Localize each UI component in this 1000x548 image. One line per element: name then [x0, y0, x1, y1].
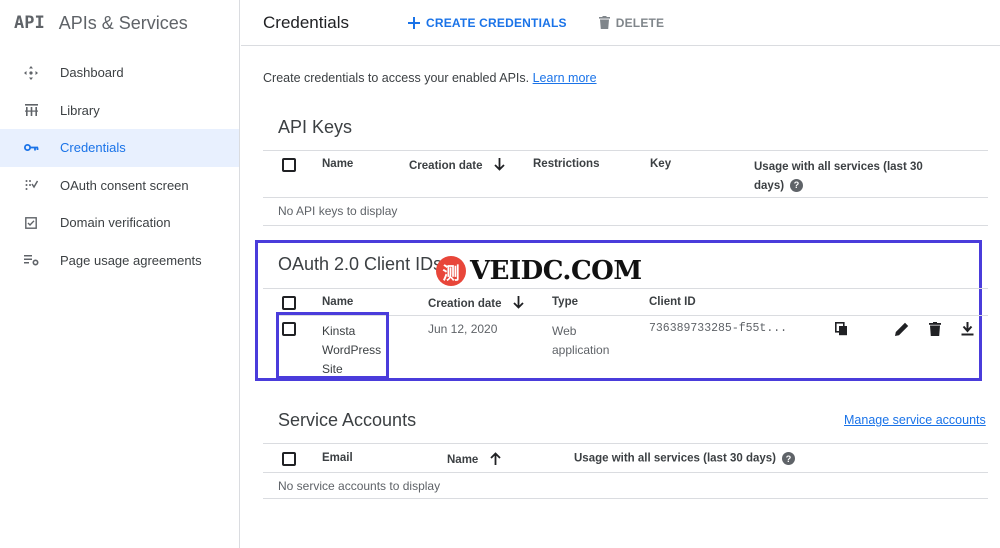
oauth-consent-icon	[22, 176, 40, 194]
copy-icon[interactable]	[835, 322, 848, 336]
usage-label: Usage with all services (last 30 days)	[574, 452, 776, 465]
column-header-restrictions[interactable]: Restrictions	[533, 158, 599, 170]
create-credentials-button[interactable]: CREATE CREDENTIALS	[408, 16, 567, 30]
library-icon	[22, 101, 40, 119]
sidebar-item-label: Domain verification	[60, 215, 171, 231]
name-highlight-box	[276, 312, 389, 379]
help-icon[interactable]: ?	[790, 179, 804, 193]
trash-icon[interactable]	[929, 322, 941, 336]
arrow-down-icon	[513, 296, 524, 312]
watermark-text: VEIDC.COM	[470, 256, 642, 286]
edit-icon[interactable]	[895, 322, 909, 336]
oauth-type: Web application	[552, 322, 609, 360]
column-header-name[interactable]: Name	[322, 296, 353, 308]
creation-date-label: Creation date	[428, 298, 502, 311]
page-header: Credentials CREATE CREDENTIALS DELETE	[241, 0, 1000, 46]
column-header-creation-date[interactable]: Creation date	[409, 158, 505, 174]
delete-button[interactable]: DELETE	[598, 15, 665, 30]
manage-service-accounts-link[interactable]: Manage service accounts	[844, 413, 986, 427]
dashboard-icon	[22, 64, 40, 82]
api-keys-empty-message: No API keys to display	[278, 204, 398, 218]
column-header-creation-date[interactable]: Creation date	[428, 296, 524, 312]
delete-label: DELETE	[615, 15, 665, 30]
domain-verification-icon	[22, 214, 40, 232]
arrow-up-icon	[489, 452, 501, 468]
sidebar-item-credentials[interactable]: Credentials	[0, 129, 239, 167]
divider	[263, 498, 988, 499]
sidebar-item-label: Library	[60, 102, 100, 118]
sidebar-item-label: Credentials	[60, 140, 126, 156]
sidebar-item-page-usage[interactable]: Page usage agreements	[0, 242, 239, 280]
column-header-key[interactable]: Key	[650, 158, 671, 170]
sidebar-item-dashboard[interactable]: Dashboard	[0, 54, 239, 92]
intro-text: Create credentials to access your enable…	[263, 71, 597, 85]
watermark-seal: 测	[436, 256, 466, 286]
page-title: Credentials	[263, 12, 349, 32]
sidebar-nav: Dashboard Library Credentials OAuth cons…	[0, 54, 239, 279]
oauth-creation-date: Jun 12, 2020	[428, 322, 498, 336]
column-header-usage[interactable]: Usage with all services (last 30 days)?	[574, 452, 795, 465]
api-logo[interactable]: API	[14, 13, 45, 33]
create-credentials-label: CREATE CREDENTIALS	[426, 15, 567, 30]
sidebar-item-label: Page usage agreements	[60, 252, 202, 268]
service-accounts-select-all-checkbox[interactable]	[282, 452, 296, 466]
sidebar: API APIs & Services Dashboard Library Cr…	[0, 0, 240, 548]
service-accounts-title: Service Accounts	[278, 410, 417, 430]
oauth-title: OAuth 2.0 Client IDs	[278, 254, 443, 274]
sidebar-item-domain-verification[interactable]: Domain verification	[0, 204, 239, 242]
name-label: Name	[447, 454, 479, 467]
divider	[263, 472, 988, 473]
usage-label-line-1: Usage with all services (last 30	[754, 161, 923, 173]
column-header-client-id[interactable]: Client ID	[649, 296, 696, 308]
sidebar-item-label: OAuth consent screen	[60, 177, 189, 193]
divider	[263, 225, 988, 226]
sidebar-item-label: Dashboard	[60, 65, 124, 81]
page-usage-settings-icon	[22, 251, 40, 269]
divider	[263, 150, 988, 151]
arrow-down-icon	[494, 158, 505, 174]
download-icon[interactable]	[961, 322, 974, 336]
divider	[263, 443, 988, 444]
brand-title[interactable]: APIs & Services	[59, 13, 188, 34]
oauth-select-all-checkbox[interactable]	[282, 296, 296, 310]
column-header-name[interactable]: Name	[322, 158, 353, 170]
api-keys-header-row: Name Creation date Restrictions Key Usag…	[263, 158, 988, 198]
api-keys-title: API Keys	[278, 117, 353, 137]
type-line: application	[552, 343, 610, 357]
brand: API APIs & Services	[0, 0, 239, 46]
divider	[263, 288, 988, 289]
intro-description: Create credentials to access your enable…	[263, 71, 530, 85]
column-header-type[interactable]: Type	[552, 296, 578, 308]
trash-icon	[598, 16, 610, 29]
oauth-client-id: 736389733285-f55t...	[649, 322, 788, 335]
service-accounts-header-row: Email Name Usage with all services (last…	[263, 452, 988, 472]
service-accounts-empty-message: No service accounts to display	[278, 479, 441, 493]
watermark: 测 VEIDC.COM	[436, 256, 642, 286]
sidebar-item-oauth-consent[interactable]: OAuth consent screen	[0, 167, 239, 205]
divider	[263, 197, 988, 198]
main-content: Create credentials to access your enable…	[241, 47, 1000, 548]
sidebar-item-library[interactable]: Library	[0, 92, 239, 130]
usage-label-line-2: days)	[754, 180, 785, 192]
plus-icon	[408, 16, 420, 29]
key-icon	[22, 139, 40, 157]
type-line: Web	[552, 324, 577, 338]
column-header-name[interactable]: Name	[447, 452, 501, 468]
api-keys-select-all-checkbox[interactable]	[282, 158, 296, 172]
help-icon[interactable]: ?	[782, 452, 795, 465]
learn-more-link[interactable]: Learn more	[533, 71, 597, 85]
creation-date-label: Creation date	[409, 160, 483, 173]
column-header-email[interactable]: Email	[322, 452, 353, 464]
column-header-usage[interactable]: Usage with all services (last 30 days)?	[754, 158, 923, 196]
